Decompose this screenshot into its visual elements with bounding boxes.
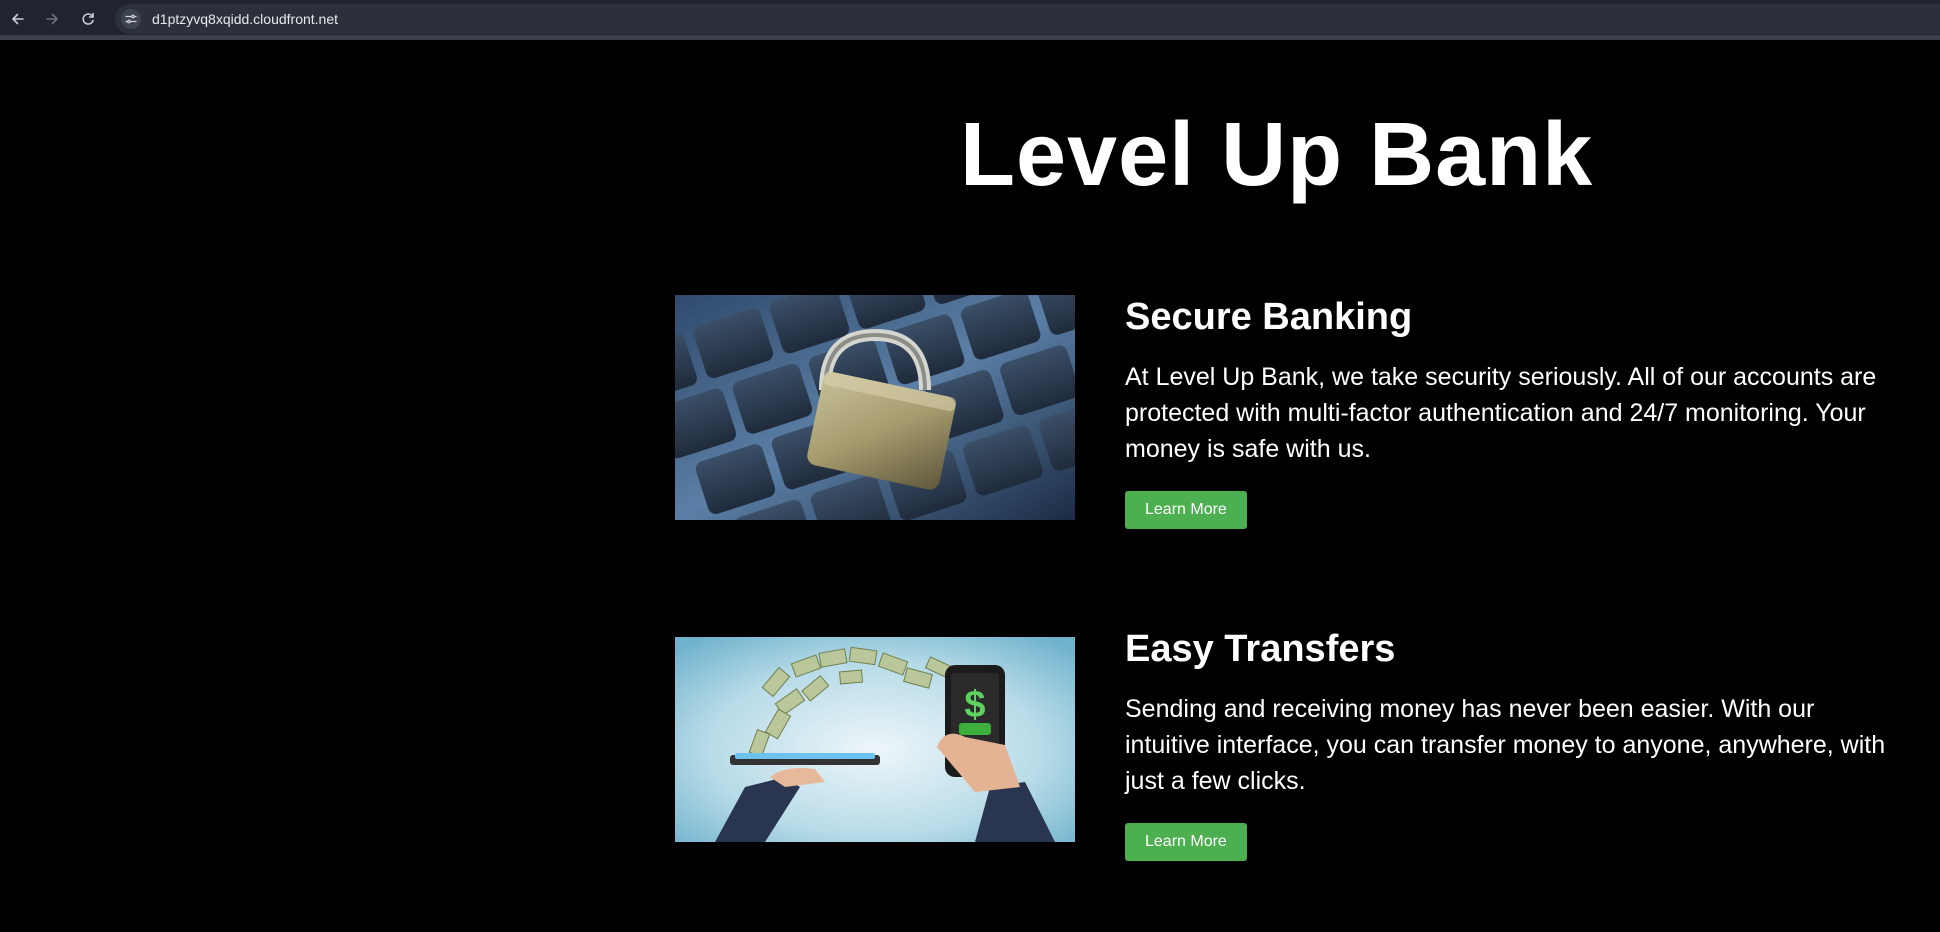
- page-title: Level Up Bank: [960, 105, 1594, 205]
- forward-button[interactable]: [41, 8, 63, 30]
- feature-heading: Easy Transfers: [1125, 628, 1396, 670]
- site-info-button[interactable]: [121, 9, 141, 29]
- padlock-icon: [675, 295, 1075, 520]
- arrow-left-icon: [12, 13, 24, 25]
- reload-icon: [82, 12, 94, 25]
- money-transfer-image: $: [675, 637, 1075, 842]
- money-transfer-icon: $: [675, 637, 1075, 842]
- learn-more-button[interactable]: Learn More: [1125, 823, 1247, 861]
- feature-description: At Level Up Bank, we take security serio…: [1125, 363, 1877, 463]
- feature-description: Sending and receiving money has never be…: [1125, 695, 1886, 795]
- feature-easy-transfers: Easy Transfers Sending and receiving mon…: [1125, 627, 1905, 861]
- padlock-keyboard-image: [675, 295, 1075, 520]
- feature-secure-banking: Secure Banking At Level Up Bank, we take…: [1125, 295, 1905, 529]
- browser-toolbar: d1ptzyvq8xqidd.cloudfront.net: [0, 0, 1940, 40]
- address-bar[interactable]: d1ptzyvq8xqidd.cloudfront.net: [115, 4, 1940, 34]
- reload-button[interactable]: [77, 8, 99, 30]
- svg-text:$: $: [964, 684, 985, 726]
- url-text[interactable]: d1ptzyvq8xqidd.cloudfront.net: [152, 11, 338, 27]
- tune-icon: [125, 14, 137, 24]
- learn-more-button[interactable]: Learn More: [1125, 491, 1247, 529]
- arrow-right-icon: [46, 13, 58, 25]
- back-button[interactable]: [7, 8, 29, 30]
- feature-heading: Secure Banking: [1125, 296, 1413, 338]
